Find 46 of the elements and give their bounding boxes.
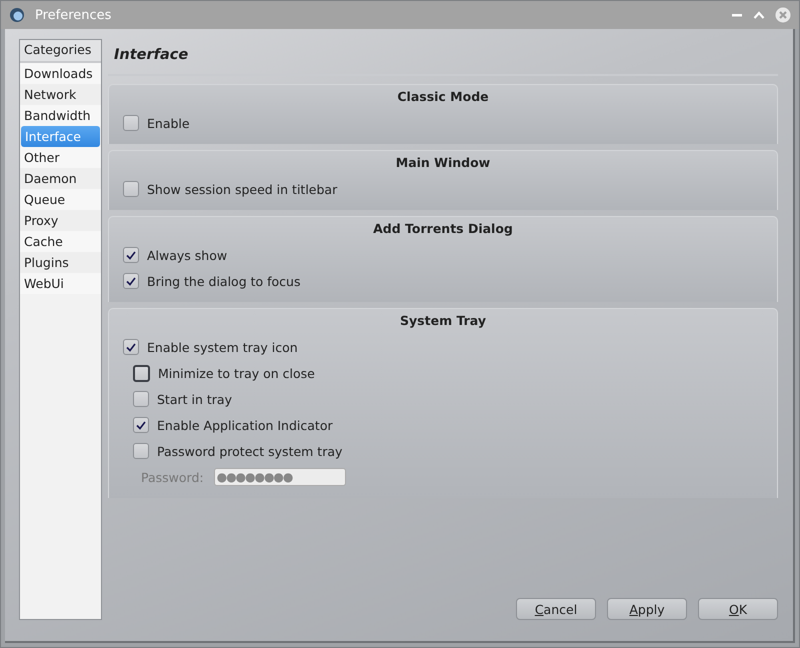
maximize-icon[interactable] (753, 9, 765, 21)
category-item[interactable]: Daemon (20, 168, 101, 189)
checkbox-label: Password protect system tray (157, 444, 342, 458)
checkbox-label: Minimize to tray on close (158, 366, 315, 380)
category-item[interactable]: Network (20, 84, 101, 105)
checkbox-label: Enable Application Indicator (157, 418, 333, 432)
check-icon (136, 420, 146, 430)
checkbox[interactable] (133, 443, 149, 459)
window-title: Preferences (35, 8, 112, 22)
check-icon (126, 342, 136, 352)
dialog-button[interactable]: Apply (607, 598, 687, 620)
checkbox-label: Bring the dialog to focus (147, 274, 300, 288)
category-item[interactable]: WebUi (20, 273, 101, 294)
group-title: Classic Mode (396, 89, 490, 104)
checkbox-label: Show session speed in titlebar (147, 182, 338, 196)
check-icon (126, 276, 136, 286)
checkbox[interactable] (123, 181, 139, 197)
checkbox-label: Start in tray (157, 392, 232, 406)
category-item[interactable]: Proxy (20, 210, 101, 231)
category-item[interactable]: Other (20, 147, 101, 168)
checkbox[interactable] (133, 417, 149, 433)
column-header: Categories (20, 40, 101, 63)
checkbox-label: Always show (147, 248, 228, 262)
checkbox-label: Enable (147, 116, 190, 130)
category-item[interactable]: Queue (20, 189, 101, 210)
category-item[interactable]: Bandwidth (20, 105, 101, 126)
checkbox[interactable] (133, 364, 150, 382)
app-logo-icon (9, 7, 25, 23)
dialog-button[interactable]: Cancel (516, 598, 596, 620)
category-item[interactable]: Plugins (20, 252, 101, 273)
check-icon (126, 250, 136, 260)
group-title: Main Window (394, 155, 492, 170)
dialog-button[interactable]: OK (698, 598, 778, 620)
checkbox[interactable] (123, 115, 139, 131)
group-title: System Tray (399, 313, 487, 328)
checkbox[interactable] (133, 391, 149, 407)
page-title: Interface (108, 39, 778, 76)
category-item[interactable]: Cache (20, 231, 101, 252)
checkbox-label: Enable system tray icon (147, 340, 298, 354)
category-item[interactable]: Downloads (20, 63, 101, 84)
close-icon[interactable] (775, 7, 791, 23)
checkbox[interactable] (123, 247, 139, 263)
checkbox[interactable] (123, 339, 139, 355)
group-title: Add Torrents Dialog (372, 221, 514, 236)
password-label: Password: (141, 470, 204, 484)
checkbox[interactable] (123, 273, 139, 289)
